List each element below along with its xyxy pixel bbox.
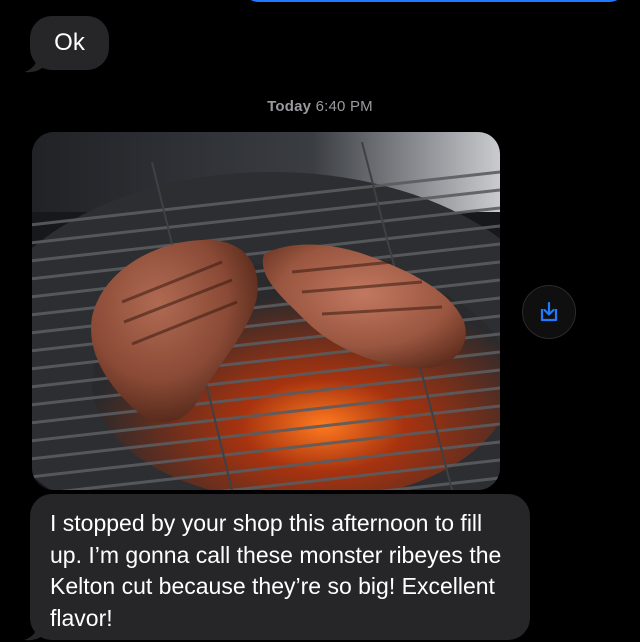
grilled-ribeyes-photo — [32, 132, 500, 490]
bubble-tail — [24, 620, 46, 641]
download-to-tray-icon — [540, 301, 558, 322]
message-bubble-ribeyes[interactable]: I stopped by your shop this afternoon to… — [30, 494, 530, 640]
message-timestamp: Today 6:40 PM — [267, 98, 373, 115]
message-photo[interactable] — [32, 132, 500, 490]
outgoing-bubble-edge — [244, 0, 624, 2]
message-text: I stopped by your shop this afternoon to… — [50, 510, 502, 631]
save-image-button[interactable] — [522, 285, 576, 339]
bubble-tail — [24, 52, 46, 73]
message-text: Ok — [54, 29, 85, 56]
